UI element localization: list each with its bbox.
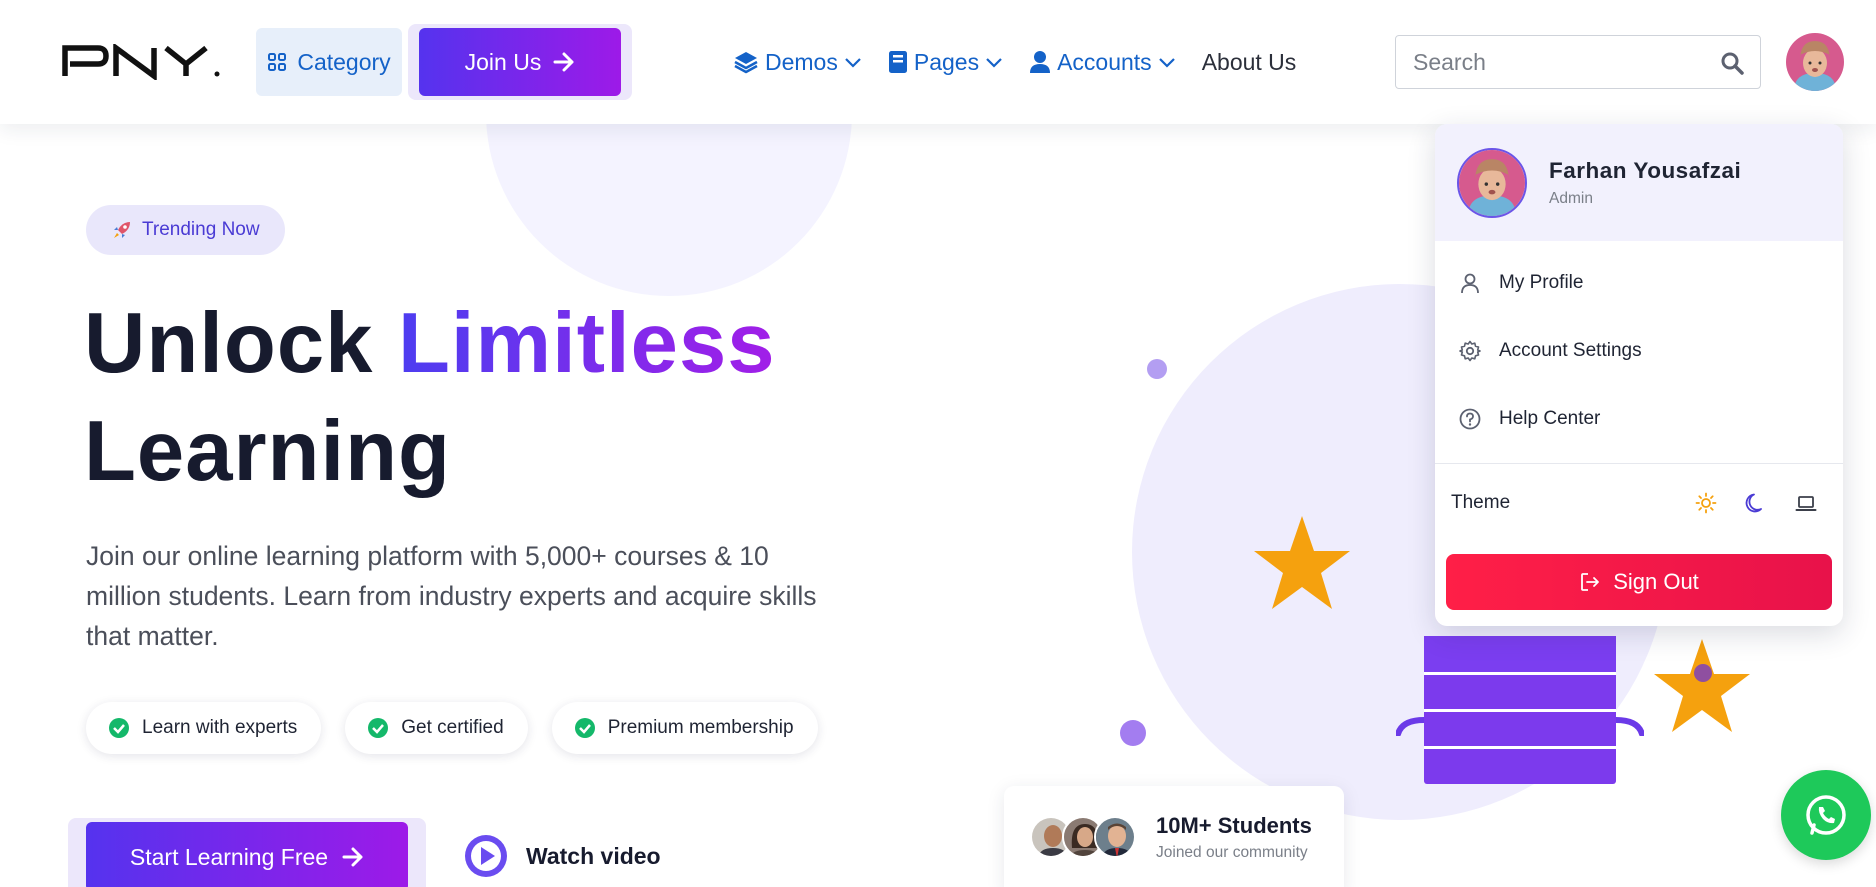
profile-name: Farhan Yousafzai bbox=[1549, 158, 1742, 183]
search-box bbox=[1395, 35, 1761, 89]
watch-video-button[interactable]: Watch video bbox=[464, 834, 661, 878]
students-count: 10M+ Students bbox=[1156, 813, 1312, 838]
books-stack-icon bbox=[1424, 636, 1616, 784]
menu-demos[interactable]: Demos bbox=[733, 49, 862, 76]
user-icon bbox=[1030, 51, 1051, 73]
profile-header: Farhan Yousafzai Admin bbox=[1435, 124, 1843, 241]
feature-chip: Get certified bbox=[345, 702, 528, 754]
category-button[interactable]: Category bbox=[256, 28, 402, 96]
theme-dark-button[interactable] bbox=[1741, 488, 1771, 518]
decorative-arc bbox=[1614, 717, 1644, 736]
decorative-dot bbox=[1694, 664, 1712, 682]
check-circle-icon bbox=[368, 718, 389, 738]
arrow-right-icon bbox=[342, 847, 363, 867]
profile-dropdown: Farhan Yousafzai Admin My Profile Accoun… bbox=[1435, 124, 1843, 626]
menu-accounts-label: Accounts bbox=[1057, 48, 1152, 75]
sun-icon bbox=[1695, 492, 1717, 514]
grid-icon bbox=[268, 53, 287, 71]
whatsapp-button[interactable] bbox=[1781, 770, 1871, 860]
decorative-dot bbox=[1120, 720, 1146, 746]
help-center-label: Help Center bbox=[1499, 408, 1601, 429]
chevron-down-icon bbox=[986, 58, 1002, 68]
menu-demos-label: Demos bbox=[765, 48, 838, 75]
feature-chip: Learn with experts bbox=[86, 702, 322, 754]
menu-pages-label: Pages bbox=[913, 48, 980, 75]
main-menu: Demos Pages Accounts About Us bbox=[733, 42, 1322, 82]
theme-light-button[interactable] bbox=[1691, 488, 1721, 518]
divider bbox=[1435, 463, 1843, 464]
search-icon[interactable] bbox=[1720, 51, 1744, 75]
profile-avatar bbox=[1457, 148, 1527, 218]
menu-pages[interactable]: Pages bbox=[888, 49, 1003, 76]
menu-help-center[interactable]: Help Center bbox=[1459, 408, 1600, 430]
arrow-right-icon bbox=[553, 52, 574, 72]
chevron-down-icon bbox=[1158, 58, 1175, 68]
student-avatar bbox=[1094, 816, 1136, 858]
category-label: Category bbox=[297, 48, 391, 75]
moon-icon bbox=[1745, 493, 1762, 513]
feature-label: Learn with experts bbox=[142, 717, 298, 738]
cta-label: Start Learning Free bbox=[129, 843, 329, 870]
play-icon bbox=[465, 835, 507, 877]
sign-out-button[interactable]: Sign Out bbox=[1446, 554, 1832, 610]
sign-out-label: Sign Out bbox=[1613, 569, 1699, 594]
feature-chip: Premium membership bbox=[551, 702, 818, 754]
top-navbar: Category Join Us Demos Pages Accounts Ab… bbox=[0, 0, 1876, 124]
hero-description: Join our online learning platform with 5… bbox=[86, 541, 817, 651]
user-avatar[interactable] bbox=[1786, 33, 1844, 91]
help-icon bbox=[1459, 408, 1481, 430]
menu-my-profile[interactable]: My Profile bbox=[1459, 272, 1583, 294]
headline-highlight: Limitless bbox=[398, 296, 776, 391]
feature-label: Get certified bbox=[401, 717, 504, 738]
whatsapp-icon bbox=[1806, 795, 1846, 835]
check-circle-icon bbox=[109, 718, 129, 738]
gear-icon bbox=[1459, 340, 1481, 362]
watch-label: Watch video bbox=[526, 842, 661, 869]
students-subtitle: Joined our community bbox=[1156, 844, 1308, 861]
start-learning-button[interactable]: Start Learning Free bbox=[86, 822, 408, 887]
hero-headline: Unlock Limitless Learning bbox=[84, 290, 776, 506]
join-us-button[interactable]: Join Us bbox=[419, 28, 621, 96]
layers-icon bbox=[734, 52, 758, 74]
person-icon bbox=[1461, 273, 1479, 294]
avatar-image bbox=[1786, 33, 1844, 91]
star-icon bbox=[1254, 516, 1350, 609]
pny-logo[interactable] bbox=[62, 44, 222, 80]
headline-part1: Unlock bbox=[84, 296, 399, 391]
headline-part2: Learning bbox=[84, 404, 451, 499]
book-icon bbox=[888, 51, 907, 73]
trending-label: Trending Now bbox=[142, 219, 260, 240]
theme-label: Theme bbox=[1451, 492, 1511, 513]
laptop-icon bbox=[1795, 496, 1817, 511]
trending-badge: Trending Now bbox=[86, 205, 285, 255]
feature-chips: Learn with experts Get certified Premium… bbox=[86, 702, 818, 754]
menu-accounts[interactable]: Accounts bbox=[1029, 49, 1176, 76]
search-input[interactable] bbox=[1413, 48, 1703, 76]
chevron-down-icon bbox=[845, 58, 861, 68]
student-avatars bbox=[1030, 816, 1136, 858]
decorative-dot bbox=[1147, 359, 1167, 379]
check-circle-icon bbox=[574, 718, 595, 738]
theme-system-button[interactable] bbox=[1791, 488, 1821, 518]
my-profile-label: My Profile bbox=[1499, 272, 1584, 293]
menu-about-us[interactable]: About Us bbox=[1202, 49, 1297, 76]
join-us-label: Join Us bbox=[464, 48, 542, 75]
feature-label: Premium membership bbox=[607, 717, 794, 738]
sign-out-icon bbox=[1581, 573, 1600, 591]
account-settings-label: Account Settings bbox=[1499, 340, 1642, 361]
avatar-image bbox=[1459, 150, 1525, 216]
rocket-icon bbox=[114, 222, 130, 238]
students-card: 10M+ Students Joined our community bbox=[1004, 786, 1344, 887]
menu-about-label: About Us bbox=[1201, 48, 1297, 75]
star-icon bbox=[1654, 639, 1750, 732]
menu-account-settings[interactable]: Account Settings bbox=[1459, 340, 1642, 362]
profile-role: Admin bbox=[1549, 190, 1593, 207]
